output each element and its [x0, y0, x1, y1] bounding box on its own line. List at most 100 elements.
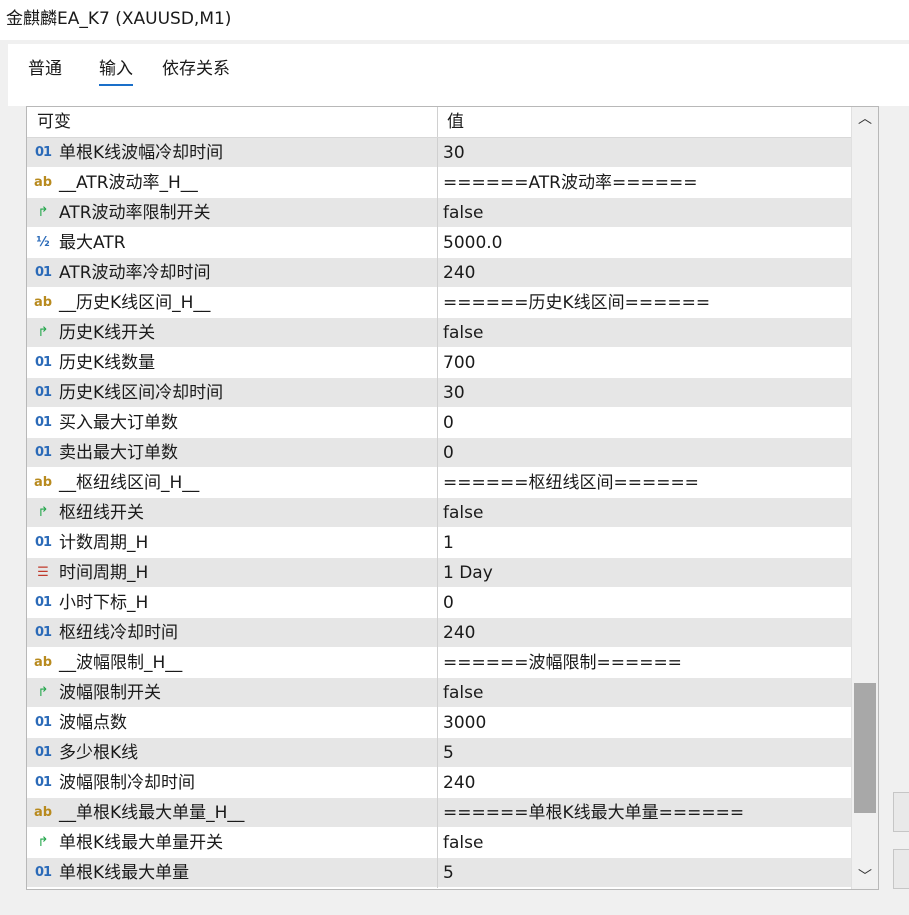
inputs-table: 可变 值 01 单根K线波幅冷却时间 30 ab __ATR波动率_H__ ======A… [26, 106, 879, 890]
table-row[interactable]: ↱ ATR波动率限制开关 false [27, 198, 851, 228]
table-row[interactable]: ab __单根K线最大单量_H__ ======单根K线最大单量====== [27, 798, 851, 828]
column-divider [437, 648, 438, 678]
table-row[interactable]: 01 波幅限制冷却时间 240 [27, 768, 851, 798]
table-row[interactable]: 01 计数周期_H 1 [27, 528, 851, 558]
parameter-value[interactable]: false [443, 828, 483, 858]
parameter-value[interactable]: 5 [443, 858, 454, 888]
column-divider [437, 228, 438, 258]
tab-general[interactable]: 普通 [28, 54, 62, 84]
table-row[interactable]: 01 ATR波动率冷却时间 240 [27, 258, 851, 288]
integer-type-icon: 01 [34, 745, 52, 760]
parameter-value[interactable]: ======ATR波动率====== [443, 168, 697, 198]
parameter-value[interactable]: ======枢纽线区间====== [443, 468, 699, 498]
parameter-value[interactable]: 240 [443, 768, 475, 798]
parameter-name: 枢纽线开关 [59, 503, 144, 523]
table-row[interactable]: 01 买入最大订单数 0 [27, 408, 851, 438]
parameter-value[interactable]: 0 [443, 438, 454, 468]
parameter-name: 枢纽线冷却时间 [59, 623, 178, 643]
table-body: 01 单根K线波幅冷却时间 30 ab __ATR波动率_H__ ======ATR波动率… [27, 138, 851, 888]
string-type-icon: ab [33, 175, 53, 190]
side-button[interactable] [893, 792, 909, 832]
parameter-value[interactable]: false [443, 678, 483, 708]
column-divider [437, 738, 438, 768]
parameter-value[interactable]: ======单根K线最大单量====== [443, 798, 744, 828]
parameter-name: 计数周期_H [59, 533, 149, 553]
integer-type-icon: 01 [34, 265, 52, 280]
table-row[interactable]: ½ 最大ATR 5000.0 [27, 228, 851, 258]
table-row[interactable]: ab __ATR波动率_H__ ======ATR波动率====== [27, 168, 851, 198]
parameter-value[interactable]: 30 [443, 378, 465, 408]
parameter-value[interactable]: 5000.0 [443, 228, 502, 258]
parameter-value[interactable]: 1 [443, 528, 454, 558]
column-divider [437, 408, 438, 438]
scroll-down-arrow-icon[interactable]: ﹀ [852, 865, 878, 889]
table-row[interactable]: 01 单根K线波幅冷却时间 30 [27, 138, 851, 168]
parameter-value[interactable]: 5 [443, 738, 454, 768]
table-row[interactable]: ↱ 历史K线开关 false [27, 318, 851, 348]
parameter-value[interactable]: 0 [443, 588, 454, 618]
parameter-value[interactable]: 240 [443, 618, 475, 648]
parameter-name: 波幅限制冷却时间 [59, 773, 195, 793]
table-row[interactable]: 01 历史K线数量 700 [27, 348, 851, 378]
table-row[interactable]: 01 小时下标_H 0 [27, 588, 851, 618]
scroll-up-arrow-icon[interactable]: ︿ [852, 107, 878, 131]
parameter-name: 历史K线开关 [59, 323, 156, 343]
column-header-variable[interactable]: 可变 [37, 107, 71, 137]
parameter-value[interactable]: 3000 [443, 708, 486, 738]
table-row[interactable]: ab __枢纽线区间_H__ ======枢纽线区间====== [27, 468, 851, 498]
tab-inputs[interactable]: 输入 [99, 54, 133, 86]
integer-type-icon: 01 [34, 385, 52, 400]
table-row[interactable]: 01 卖出最大订单数 0 [27, 438, 851, 468]
parameter-name: 单根K线最大单量 [59, 863, 190, 883]
vertical-scrollbar[interactable]: ︿ ﹀ [851, 107, 878, 889]
table-row[interactable]: 01 枢纽线冷却时间 240 [27, 618, 851, 648]
scroll-thumb[interactable] [854, 683, 876, 813]
parameter-name: ATR波动率限制开关 [59, 203, 211, 223]
table-row[interactable]: ↱ 枢纽线开关 false [27, 498, 851, 528]
boolean-type-icon: ↱ [37, 325, 49, 340]
column-divider [437, 288, 438, 318]
table-row[interactable]: 01 多少根K线 5 [27, 738, 851, 768]
parameter-name: __单根K线最大单量_H__ [59, 803, 245, 823]
table-row[interactable]: ☰ 时间周期_H 1 Day [27, 558, 851, 588]
string-type-icon: ab [33, 805, 53, 820]
column-divider[interactable] [437, 107, 438, 137]
parameter-value[interactable]: ======历史K线区间====== [443, 288, 710, 318]
parameter-value[interactable]: false [443, 198, 483, 228]
parameter-value[interactable]: 240 [443, 258, 475, 288]
integer-type-icon: 01 [34, 595, 52, 610]
table-row[interactable]: ab __波幅限制_H__ ======波幅限制====== [27, 648, 851, 678]
column-divider [437, 168, 438, 198]
parameter-value[interactable]: 30 [443, 138, 465, 168]
column-header-value[interactable]: 值 [447, 107, 464, 137]
table-row[interactable]: ↱ 单根K线最大单量开关 false [27, 828, 851, 858]
parameter-name: __ATR波动率_H__ [59, 173, 198, 193]
parameter-name: __波幅限制_H__ [59, 653, 183, 673]
parameter-name: 时间周期_H [59, 563, 149, 583]
table-row[interactable]: 01 历史K线区间冷却时间 30 [27, 378, 851, 408]
table-row[interactable]: ab __历史K线区间_H__ ======历史K线区间====== [27, 288, 851, 318]
parameter-name: 小时下标_H [59, 593, 149, 613]
tab-bar: 普通 输入 依存关系 [8, 44, 909, 106]
integer-type-icon: 01 [34, 445, 52, 460]
column-divider [437, 258, 438, 288]
side-button[interactable] [893, 849, 909, 889]
parameter-value[interactable]: 1 Day [443, 558, 493, 588]
parameter-value[interactable]: 0 [443, 408, 454, 438]
column-divider [437, 708, 438, 738]
tab-dependencies[interactable]: 依存关系 [162, 54, 230, 84]
parameter-value[interactable]: ======波幅限制====== [443, 648, 682, 678]
table-row[interactable]: 01 波幅点数 3000 [27, 708, 851, 738]
table-row[interactable]: ↱ 波幅限制开关 false [27, 678, 851, 708]
parameter-value[interactable]: 700 [443, 348, 475, 378]
column-divider [437, 318, 438, 348]
parameter-value[interactable]: false [443, 318, 483, 348]
string-type-icon: ab [33, 295, 53, 310]
integer-type-icon: 01 [34, 715, 52, 730]
table-row[interactable]: 01 单根K线最大单量 5 [27, 858, 851, 888]
column-divider [437, 498, 438, 528]
parameter-value[interactable]: false [443, 498, 483, 528]
table-header: 可变 值 [27, 107, 851, 138]
parameter-name: 历史K线区间冷却时间 [59, 383, 224, 403]
boolean-type-icon: ↱ [37, 835, 49, 850]
